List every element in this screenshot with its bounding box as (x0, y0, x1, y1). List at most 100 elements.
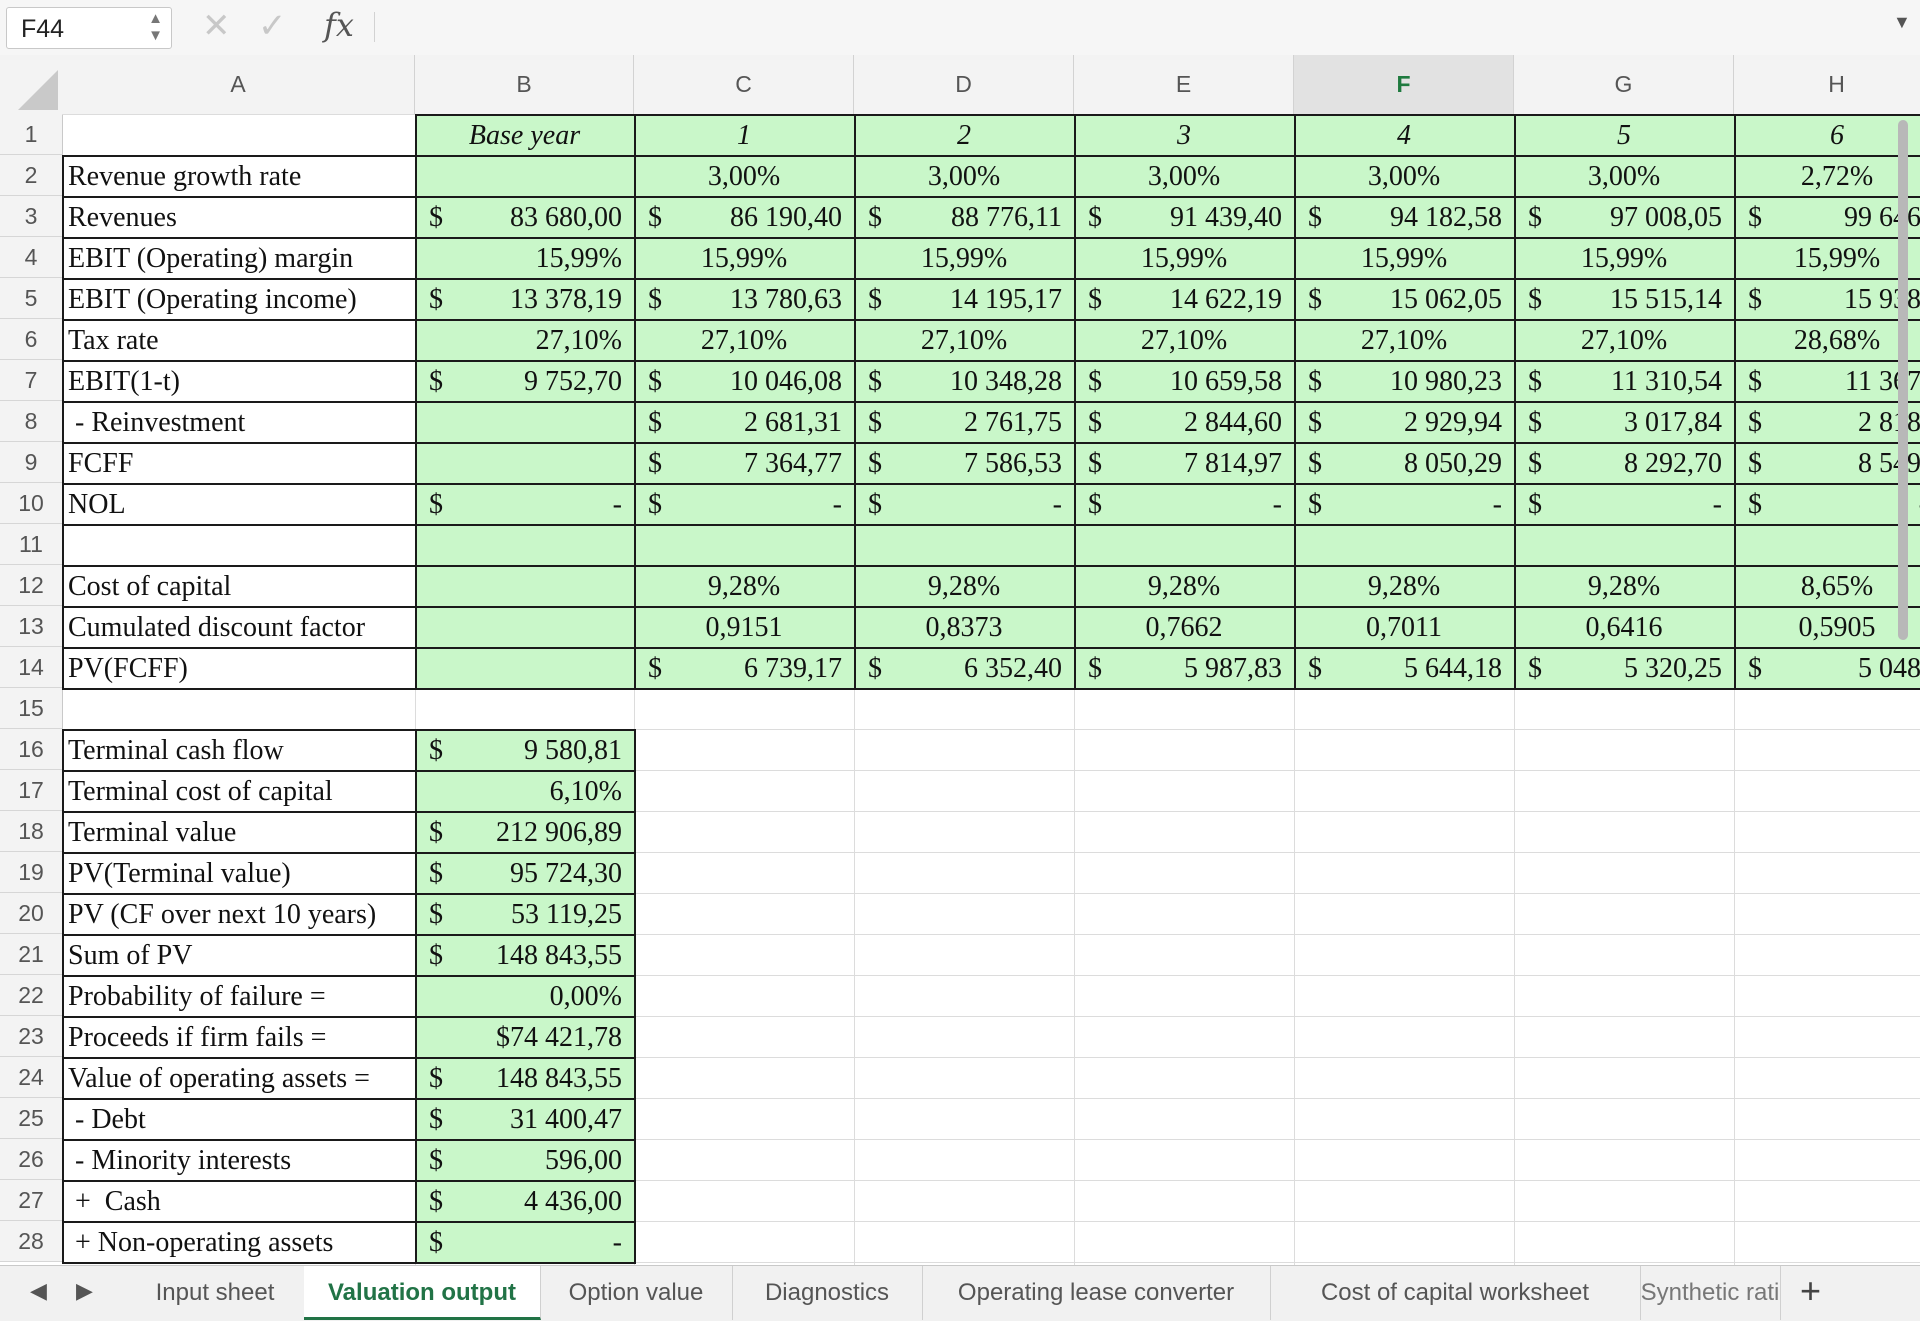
sheet-tab[interactable]: Option value (540, 1266, 733, 1320)
cell-value[interactable]: 15 062,05 (1334, 280, 1502, 319)
column-header-b[interactable]: B (415, 55, 634, 115)
sheet-tab[interactable]: Valuation output (304, 1266, 541, 1320)
row-header[interactable]: 28 (0, 1221, 63, 1262)
cell-value[interactable]: 7 814,97 (1114, 444, 1282, 483)
cell-value[interactable]: 148 843,55 (455, 936, 622, 975)
cell-value[interactable]: 10 348,28 (894, 362, 1062, 401)
cell-value[interactable]: 88 776,11 (894, 198, 1062, 237)
cell-value[interactable]: 0,00% (455, 977, 622, 1016)
cell-value[interactable]: - (674, 485, 842, 524)
add-sheet-icon[interactable]: + (1800, 1270, 1821, 1312)
cell-value[interactable]: 15,99% (1294, 239, 1514, 278)
cell-value[interactable]: 9 580,81 (455, 731, 622, 770)
row-header[interactable]: 16 (0, 729, 63, 770)
sheet-tab[interactable]: Cost of capital worksheet (1270, 1266, 1641, 1320)
cell-value[interactable]: 86 190,40 (674, 198, 842, 237)
cell-value[interactable]: 596,00 (455, 1141, 622, 1180)
cell-value[interactable]: 4 (1294, 116, 1514, 155)
spreadsheet-grid[interactable]: A B C D E F G H 1 2 3 4 5 6 7 8 9 10 11 12 13 14 15 16 17 18 19 20 2… (0, 55, 1920, 1265)
cell-value[interactable]: 4 436,00 (455, 1182, 622, 1221)
cell-value[interactable]: 15,99% (854, 239, 1074, 278)
cell-value[interactable]: 27,10% (455, 321, 622, 360)
vertical-scrollbar[interactable] (1896, 120, 1910, 1160)
cell-value[interactable]: 7 364,77 (674, 444, 842, 483)
cell-value[interactable]: 31 400,47 (455, 1100, 622, 1139)
row-header[interactable]: 24 (0, 1057, 63, 1098)
cell-value[interactable]: 14 622,19 (1114, 280, 1282, 319)
cell-value[interactable]: - (1554, 485, 1722, 524)
cell-value[interactable]: 10 980,23 (1334, 362, 1502, 401)
cell-value[interactable]: 94 182,58 (1334, 198, 1502, 237)
cell-value[interactable]: - (894, 485, 1062, 524)
cell-value[interactable]: 0,8373 (854, 608, 1074, 647)
cell-value[interactable]: 15,99% (1074, 239, 1294, 278)
cell-value[interactable]: $74 421,78 (455, 1018, 622, 1057)
cell-value[interactable]: 15,99% (1514, 239, 1734, 278)
cell-value[interactable]: 2 681,31 (674, 403, 842, 442)
column-header-a[interactable]: A (62, 55, 415, 115)
cell-value[interactable]: 0,6416 (1514, 608, 1734, 647)
cell-value[interactable]: - (455, 485, 622, 524)
sheet-tab[interactable]: Operating lease converter (922, 1266, 1271, 1320)
cell-value[interactable]: 13 378,19 (455, 280, 622, 319)
cell-value[interactable]: 5 987,83 (1114, 649, 1282, 688)
row-header[interactable]: 26 (0, 1139, 63, 1180)
cell-value[interactable]: 28,68% (1734, 321, 1920, 360)
cell-value[interactable]: 7 586,53 (894, 444, 1062, 483)
cell-value[interactable]: 15 515,14 (1554, 280, 1722, 319)
cell-value[interactable]: 91 439,40 (1114, 198, 1282, 237)
cell-value[interactable]: 27,10% (854, 321, 1074, 360)
cell-value[interactable]: 11 310,54 (1554, 362, 1722, 401)
cell-value[interactable]: 5 (1514, 116, 1734, 155)
row-header[interactable]: 19 (0, 852, 63, 893)
cell-value[interactable]: 9 752,70 (455, 362, 622, 401)
cell-value[interactable]: 6 352,40 (894, 649, 1062, 688)
row-header[interactable]: 3 (0, 196, 63, 237)
cell-value[interactable]: 6 (1734, 116, 1920, 155)
column-header-h[interactable]: H (1734, 55, 1920, 115)
cell-value[interactable]: 53 119,25 (455, 895, 622, 934)
cell-value[interactable]: 14 195,17 (894, 280, 1062, 319)
cell-value[interactable]: 6 739,17 (674, 649, 842, 688)
dropdown-icon[interactable]: ▼ (1893, 12, 1911, 33)
cell-value[interactable]: 5 320,25 (1554, 649, 1722, 688)
row-header[interactable]: 4 (0, 237, 63, 278)
scroll-tabs-right-icon[interactable]: ▶ (76, 1278, 93, 1304)
column-header-f[interactable]: F (1294, 55, 1514, 117)
row-header[interactable]: 5 (0, 278, 63, 319)
row-header[interactable]: 9 (0, 442, 63, 483)
cell-value[interactable]: 97 008,05 (1554, 198, 1722, 237)
cell-value[interactable]: 0,5905 (1734, 608, 1920, 647)
cell-value[interactable]: 2 929,94 (1334, 403, 1502, 442)
cell-value[interactable]: 9,28% (1294, 567, 1514, 606)
row-header[interactable]: 12 (0, 565, 63, 606)
cell-value[interactable]: 10 046,08 (674, 362, 842, 401)
cell-value[interactable]: 1 (634, 116, 854, 155)
cell-value[interactable]: 8,65% (1734, 567, 1920, 606)
row-header[interactable]: 22 (0, 975, 63, 1016)
cell-value[interactable]: - (1114, 485, 1282, 524)
row-header[interactable]: 27 (0, 1180, 63, 1221)
cell-value[interactable]: 0,7011 (1294, 608, 1514, 647)
cell-value[interactable]: 2,72% (1734, 157, 1920, 196)
cell-value[interactable]: 3,00% (634, 157, 854, 196)
row-header[interactable]: 17 (0, 770, 63, 811)
cell-value[interactable]: 8 050,29 (1334, 444, 1502, 483)
cell-value[interactable]: 3 (1074, 116, 1294, 155)
cell-value[interactable]: 27,10% (1294, 321, 1514, 360)
cell-value[interactable]: 9,28% (634, 567, 854, 606)
cell-value[interactable]: - (1334, 485, 1502, 524)
row-header[interactable]: 6 (0, 319, 63, 360)
row-header[interactable]: 2 (0, 155, 63, 196)
cancel-icon[interactable]: ✕ (202, 6, 231, 46)
row-header[interactable]: 20 (0, 893, 63, 934)
cell-value[interactable]: 6,10% (455, 772, 622, 811)
scrollbar-thumb[interactable] (1898, 120, 1908, 640)
cell-value[interactable]: 15,99% (634, 239, 854, 278)
scroll-tabs-left-icon[interactable]: ◀ (30, 1278, 47, 1304)
cell-value[interactable]: 3,00% (1074, 157, 1294, 196)
confirm-icon[interactable]: ✓ (258, 6, 287, 46)
cell-value[interactable]: 3,00% (854, 157, 1074, 196)
row-header[interactable]: 7 (0, 360, 63, 401)
cell-value[interactable]: 3 017,84 (1554, 403, 1722, 442)
